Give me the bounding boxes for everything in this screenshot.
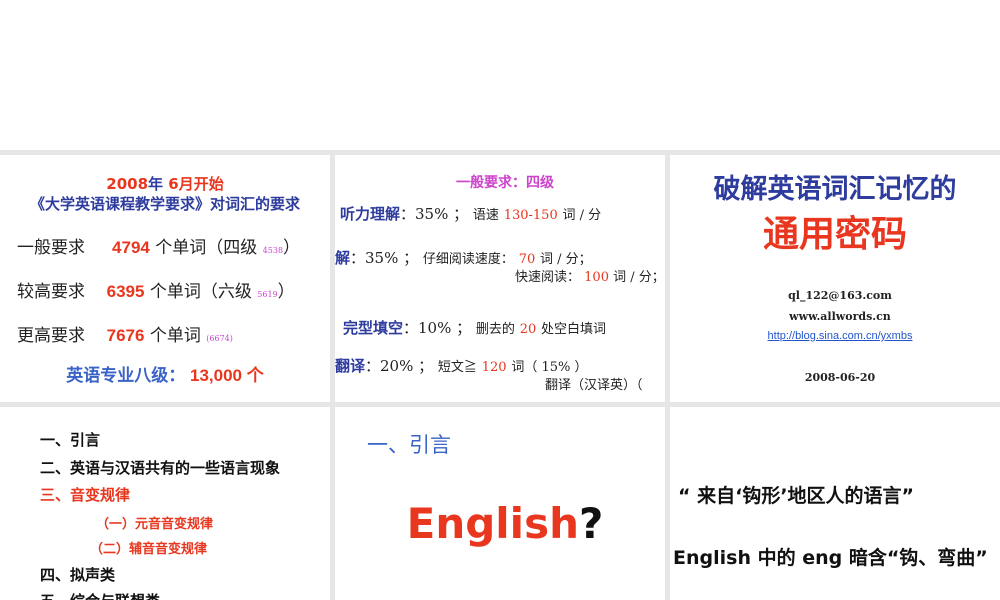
reading-line: 解：35% ； 仔细阅读速度： 70 词 / 分； — [335, 247, 592, 268]
listening-label: 听力理解 — [340, 205, 401, 223]
slide2-title: 一般要求：四级 — [456, 175, 554, 191]
outline-item: 二、英语与汉语共有的一些语言现象 — [40, 459, 281, 477]
quote-line-1: “ 来自‘钩形’地区人的语言” — [678, 485, 915, 507]
row-label: 较高要求 — [17, 282, 85, 302]
careful-label: 仔细阅读速度： — [422, 252, 514, 267]
cloze-pct: ：10% ； — [403, 319, 472, 337]
tem8-line: 英语专业八级： 13,000 个 — [0, 361, 330, 386]
slide-thumbnail-title[interactable]: 破解英语词汇记忆的 通用密码 ql_122@163.com www.allwor… — [670, 155, 1000, 402]
month: 6 — [168, 175, 179, 193]
listening-unit: 词 / 分 — [562, 208, 602, 223]
row-unit: 个单词 — [149, 326, 201, 346]
outline-item: 一、引言 — [40, 431, 101, 449]
row-close: ） — [277, 282, 295, 302]
reading-pct: ：35% ； — [350, 249, 419, 267]
row-small: (6674) — [206, 334, 233, 343]
outline-item: 三、音变规律 — [40, 486, 131, 504]
title-line2: 通用密码 — [762, 214, 907, 255]
month-rest: 月开始 — [178, 175, 224, 193]
listening-speed: 130-150 — [503, 208, 558, 223]
reading-label: 解 — [335, 249, 351, 267]
website: www.allwords.cn — [789, 310, 891, 323]
requirement-row: 更高要求 7676 个单词 (6674) — [17, 321, 233, 346]
year-suffix: 年 — [148, 175, 164, 193]
year: 2008 — [106, 175, 149, 193]
listening-speed-label: 语速 — [472, 208, 499, 223]
cloze-label: 完型填空 — [343, 319, 404, 337]
listening-line: 听力理解：35% ； 语速 130-150 词 / 分 — [340, 203, 601, 224]
trans-text2: 词（ 15% ） — [511, 360, 588, 375]
row-label: 一般要求 — [17, 238, 85, 258]
outline-item: 五、综合与联想类 — [40, 590, 160, 600]
row-num: 7676 — [106, 326, 145, 345]
english-word: English — [406, 499, 579, 548]
listening-pct: ：35% ； — [400, 205, 469, 223]
date: 2008-06-20 — [804, 371, 876, 384]
cloze-text1: 删去的 — [475, 322, 515, 337]
row-small: 4538 — [262, 246, 284, 255]
slide-thumbnail-intro[interactable]: 一、引言 English? — [335, 407, 665, 600]
row-num: 6395 — [106, 282, 145, 301]
fast-speed: 100 — [584, 270, 609, 285]
outline-subitem: （一）元音音变规律 — [96, 517, 214, 532]
trans-num: 120 — [481, 360, 507, 375]
row-num: 4794 — [112, 238, 150, 257]
trans-pct: ：20% ； — [365, 357, 434, 375]
trans-text1: 短文≧ — [437, 360, 477, 375]
title-line1: 破解英语词汇记忆的 — [713, 174, 957, 205]
english-question: English? — [335, 499, 665, 548]
row-small: 5619 — [257, 290, 278, 299]
cloze-text2: 处空白填词 — [541, 322, 607, 337]
row-label: 更高要求 — [17, 326, 85, 346]
cloze-num: 20 — [519, 322, 537, 337]
tem8-value: 13,000 个 — [190, 366, 264, 385]
trans-label: 翻译 — [335, 357, 366, 375]
blog-link[interactable]: http://blog.sina.com.cn/yxmbs — [670, 330, 1000, 342]
cloze-line: 完型填空：10% ； 删去的 20 处空白填词 — [343, 317, 606, 338]
slide1-subtitle: 《大学英语课程教学要求》对词汇的要求 — [29, 195, 300, 213]
email: ql_122@163.com — [788, 289, 892, 302]
slide-thumbnail-etymology[interactable]: “ 来自‘钩形’地区人的语言” English 中的 eng 暗含“钩、弯曲” — [670, 407, 1000, 600]
row-unit: 个单词（六级 — [149, 282, 252, 302]
translation-line: 翻译：20% ； 短文≧ 120 词（ 15% ） — [335, 355, 587, 376]
row-unit: 个单词（四级 — [155, 238, 258, 258]
row-close: ） — [283, 238, 301, 258]
blank-top-area — [0, 0, 1000, 150]
tem8-label: 英语专业八级： — [66, 366, 186, 385]
slide-thumbnail-vocab-requirements[interactable]: 2008年 6月开始 《大学英语课程教学要求》对词汇的要求 一般要求 4794 … — [0, 155, 330, 402]
fast-label: 快速阅读： — [515, 270, 581, 285]
requirement-row: 较高要求 6395 个单词（六级 5619） — [17, 277, 295, 302]
slide-thumbnail-cet4-requirements[interactable]: 一般要求：四级 听力理解：35% ； 语速 130-150 词 / 分 解：35… — [335, 155, 665, 402]
careful-speed: 70 — [518, 252, 536, 267]
fast-reading-line: 快速阅读： 100 词 / 分； — [515, 266, 665, 285]
outline-item: 四、拟声类 — [40, 566, 116, 584]
question-mark: ? — [578, 499, 604, 548]
slide1-date-line: 2008年 6月开始 — [0, 173, 330, 194]
outline-subitem: （二）辅音音变规律 — [90, 542, 208, 557]
requirement-row: 一般要求 4794 个单词（四级 4538） — [17, 233, 300, 258]
slide-thumbnail-outline[interactable]: 一、引言 二、英语与汉语共有的一些语言现象 三、音变规律 （一）元音音变规律 （… — [0, 407, 330, 600]
fast-unit: 词 / 分； — [613, 270, 665, 285]
section-heading: 一、引言 — [367, 433, 451, 457]
quote-line-2: English 中的 eng 暗含“钩、弯曲” — [673, 547, 988, 569]
careful-unit: 词 / 分； — [540, 252, 592, 267]
translation-type: 翻译（汉译英）（ — [545, 378, 643, 393]
